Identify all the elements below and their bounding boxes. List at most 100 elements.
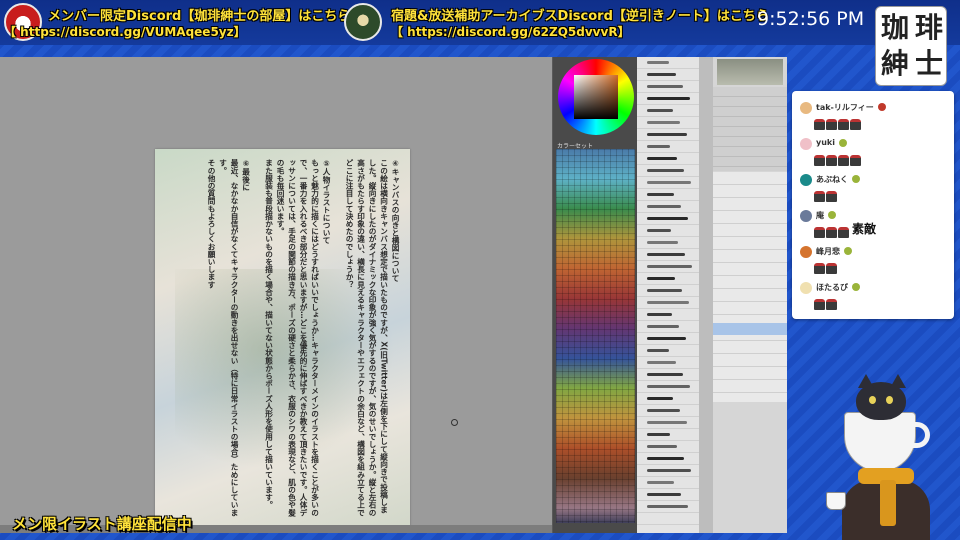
brush-stroke-preview — [647, 493, 681, 496]
mascot-coffee-mug — [826, 492, 846, 510]
navigator-preview[interactable] — [717, 59, 783, 85]
brush-stroke-preview — [647, 265, 692, 268]
avatar[interactable] — [800, 138, 812, 150]
mascot-ear — [858, 374, 874, 388]
chat-author-name[interactable]: 庵 — [816, 210, 824, 221]
brush-stroke-preview — [647, 109, 673, 112]
member-stamp-icon — [814, 263, 825, 274]
logo-char: 士 — [914, 47, 943, 80]
chat-message: yuki — [798, 137, 948, 169]
chat-author-name[interactable]: yuki — [816, 138, 835, 147]
brush-stroke-preview — [647, 361, 676, 364]
brush-stroke-preview — [647, 433, 670, 436]
member-stamp-icon — [814, 119, 825, 130]
brush-stroke-preview — [647, 313, 672, 316]
selected-layer[interactable] — [713, 323, 787, 335]
color-wheel[interactable] — [558, 59, 634, 135]
brush-stroke-preview — [647, 73, 676, 76]
member-badge-icon — [844, 247, 852, 255]
logo-char: 珈 — [880, 11, 909, 44]
mascot-avatar — [820, 374, 950, 540]
brush-stroke-preview — [647, 205, 681, 208]
member-badge-icon — [828, 211, 836, 219]
avatar[interactable] — [800, 246, 812, 258]
member-stamp-icon — [826, 227, 837, 238]
chat-message: tak-リルフィー — [798, 101, 948, 133]
member-stamp-icon — [826, 263, 837, 274]
brush-stroke-preview — [647, 181, 691, 184]
brush-stroke-preview — [647, 229, 671, 232]
brush-stroke-preview — [647, 445, 677, 448]
member-stamp-icon — [850, 119, 861, 130]
chat-message-text: 素敵 — [852, 222, 877, 236]
member-stamp-icon — [814, 227, 825, 238]
brush-stroke-preview — [647, 373, 683, 376]
chat-author-name[interactable]: あぷねく — [816, 174, 848, 185]
brush-stroke-preview — [647, 421, 687, 424]
member-badge-icon — [839, 139, 847, 147]
brush-stroke-preview — [647, 337, 686, 340]
brush-stroke-preview — [647, 121, 680, 124]
mascot-ear — [890, 374, 906, 388]
brush-stroke-preview — [647, 157, 677, 160]
member-stamp-icon — [826, 191, 837, 202]
member-stamp-icon — [814, 191, 825, 202]
member-discord-link[interactable]: 【 https://discord.gg/VUMAqee5yz】 — [4, 23, 246, 40]
canvas-area[interactable]: ④キャンバスの向きと構図について この絵は横向きキャンバス想定で描いたものですが… — [0, 57, 552, 533]
layer-property-panel[interactable] — [713, 87, 787, 171]
chat-author-name[interactable]: 峰月悲 — [816, 246, 840, 257]
brush-stroke-preview — [647, 97, 690, 100]
member-stamp-icon — [814, 155, 825, 166]
brush-list[interactable] — [637, 57, 699, 533]
chat-stamps — [814, 151, 862, 166]
chat-stamps — [814, 295, 838, 310]
brush-stroke-preview — [647, 253, 685, 256]
member-stamp-icon — [838, 227, 849, 238]
canvas-document[interactable]: ④キャンバスの向きと構図について この絵は横向きキャンバス想定で描いたものですが… — [155, 149, 410, 530]
layer-list[interactable] — [713, 172, 787, 402]
brush-stroke-preview — [647, 145, 670, 148]
brush-stroke-preview — [647, 133, 687, 136]
chat-stamps — [814, 223, 850, 238]
chat-message: あぷねく — [798, 173, 948, 205]
brush-stroke-preview — [647, 85, 683, 88]
brush-stroke-preview — [647, 61, 669, 64]
chat-stamps — [814, 259, 838, 274]
brush-stroke-preview — [647, 217, 688, 220]
member-stamp-icon — [826, 155, 837, 166]
question-text: ④キャンバスの向きと構図について この絵は横向きキャンバス想定で描いたものですが… — [207, 159, 400, 517]
avatar[interactable] — [800, 210, 812, 222]
chat-message: 庵素敵 — [798, 209, 948, 241]
archive-discord-link[interactable]: 【 https://discord.gg/62ZQ5dvvvR】 — [391, 23, 630, 40]
chat-author-name[interactable]: ほたるび — [816, 282, 848, 293]
brush-stroke-preview — [647, 505, 688, 508]
brush-stroke-preview — [647, 409, 680, 412]
chat-message: ほたるび — [798, 281, 948, 313]
paint-app-window: ④キャンバスの向きと構図について この絵は横向きキャンバス想定で描いたものですが… — [0, 57, 787, 533]
chat-author-name[interactable]: tak-リルフィー — [816, 102, 874, 113]
archive-discord-title: 宿題&放送補助アーカイブスDiscord【逆引きノート】はこちら — [391, 9, 769, 24]
brush-stroke-preview — [647, 469, 691, 472]
mascot-cup-handle — [912, 422, 930, 448]
color-swatch-grid[interactable] — [556, 149, 635, 523]
avatar[interactable] — [800, 174, 812, 186]
clock: 9:52:56 PM — [757, 8, 865, 30]
brush-stroke-preview — [647, 301, 689, 304]
color-picker-square[interactable] — [574, 75, 618, 119]
tool-strip[interactable] — [699, 57, 713, 533]
brush-stroke-preview — [647, 241, 678, 244]
brush-stroke-preview — [647, 289, 682, 292]
layer-panel — [713, 57, 787, 533]
mascot-cup — [844, 412, 916, 472]
brush-stroke-preview — [647, 397, 673, 400]
mascot-scarf-tail — [880, 480, 896, 526]
brush-stroke-preview — [647, 349, 669, 352]
stream-label: メン限イラスト講座配信中 — [12, 515, 192, 533]
member-stamp-icon — [814, 299, 825, 310]
avatar[interactable] — [800, 282, 812, 294]
member-stamp-icon — [850, 155, 861, 166]
brush-cursor — [451, 419, 458, 426]
brush-stroke-preview — [647, 481, 674, 484]
avatar[interactable] — [800, 102, 812, 114]
chat-stamps — [814, 187, 838, 202]
